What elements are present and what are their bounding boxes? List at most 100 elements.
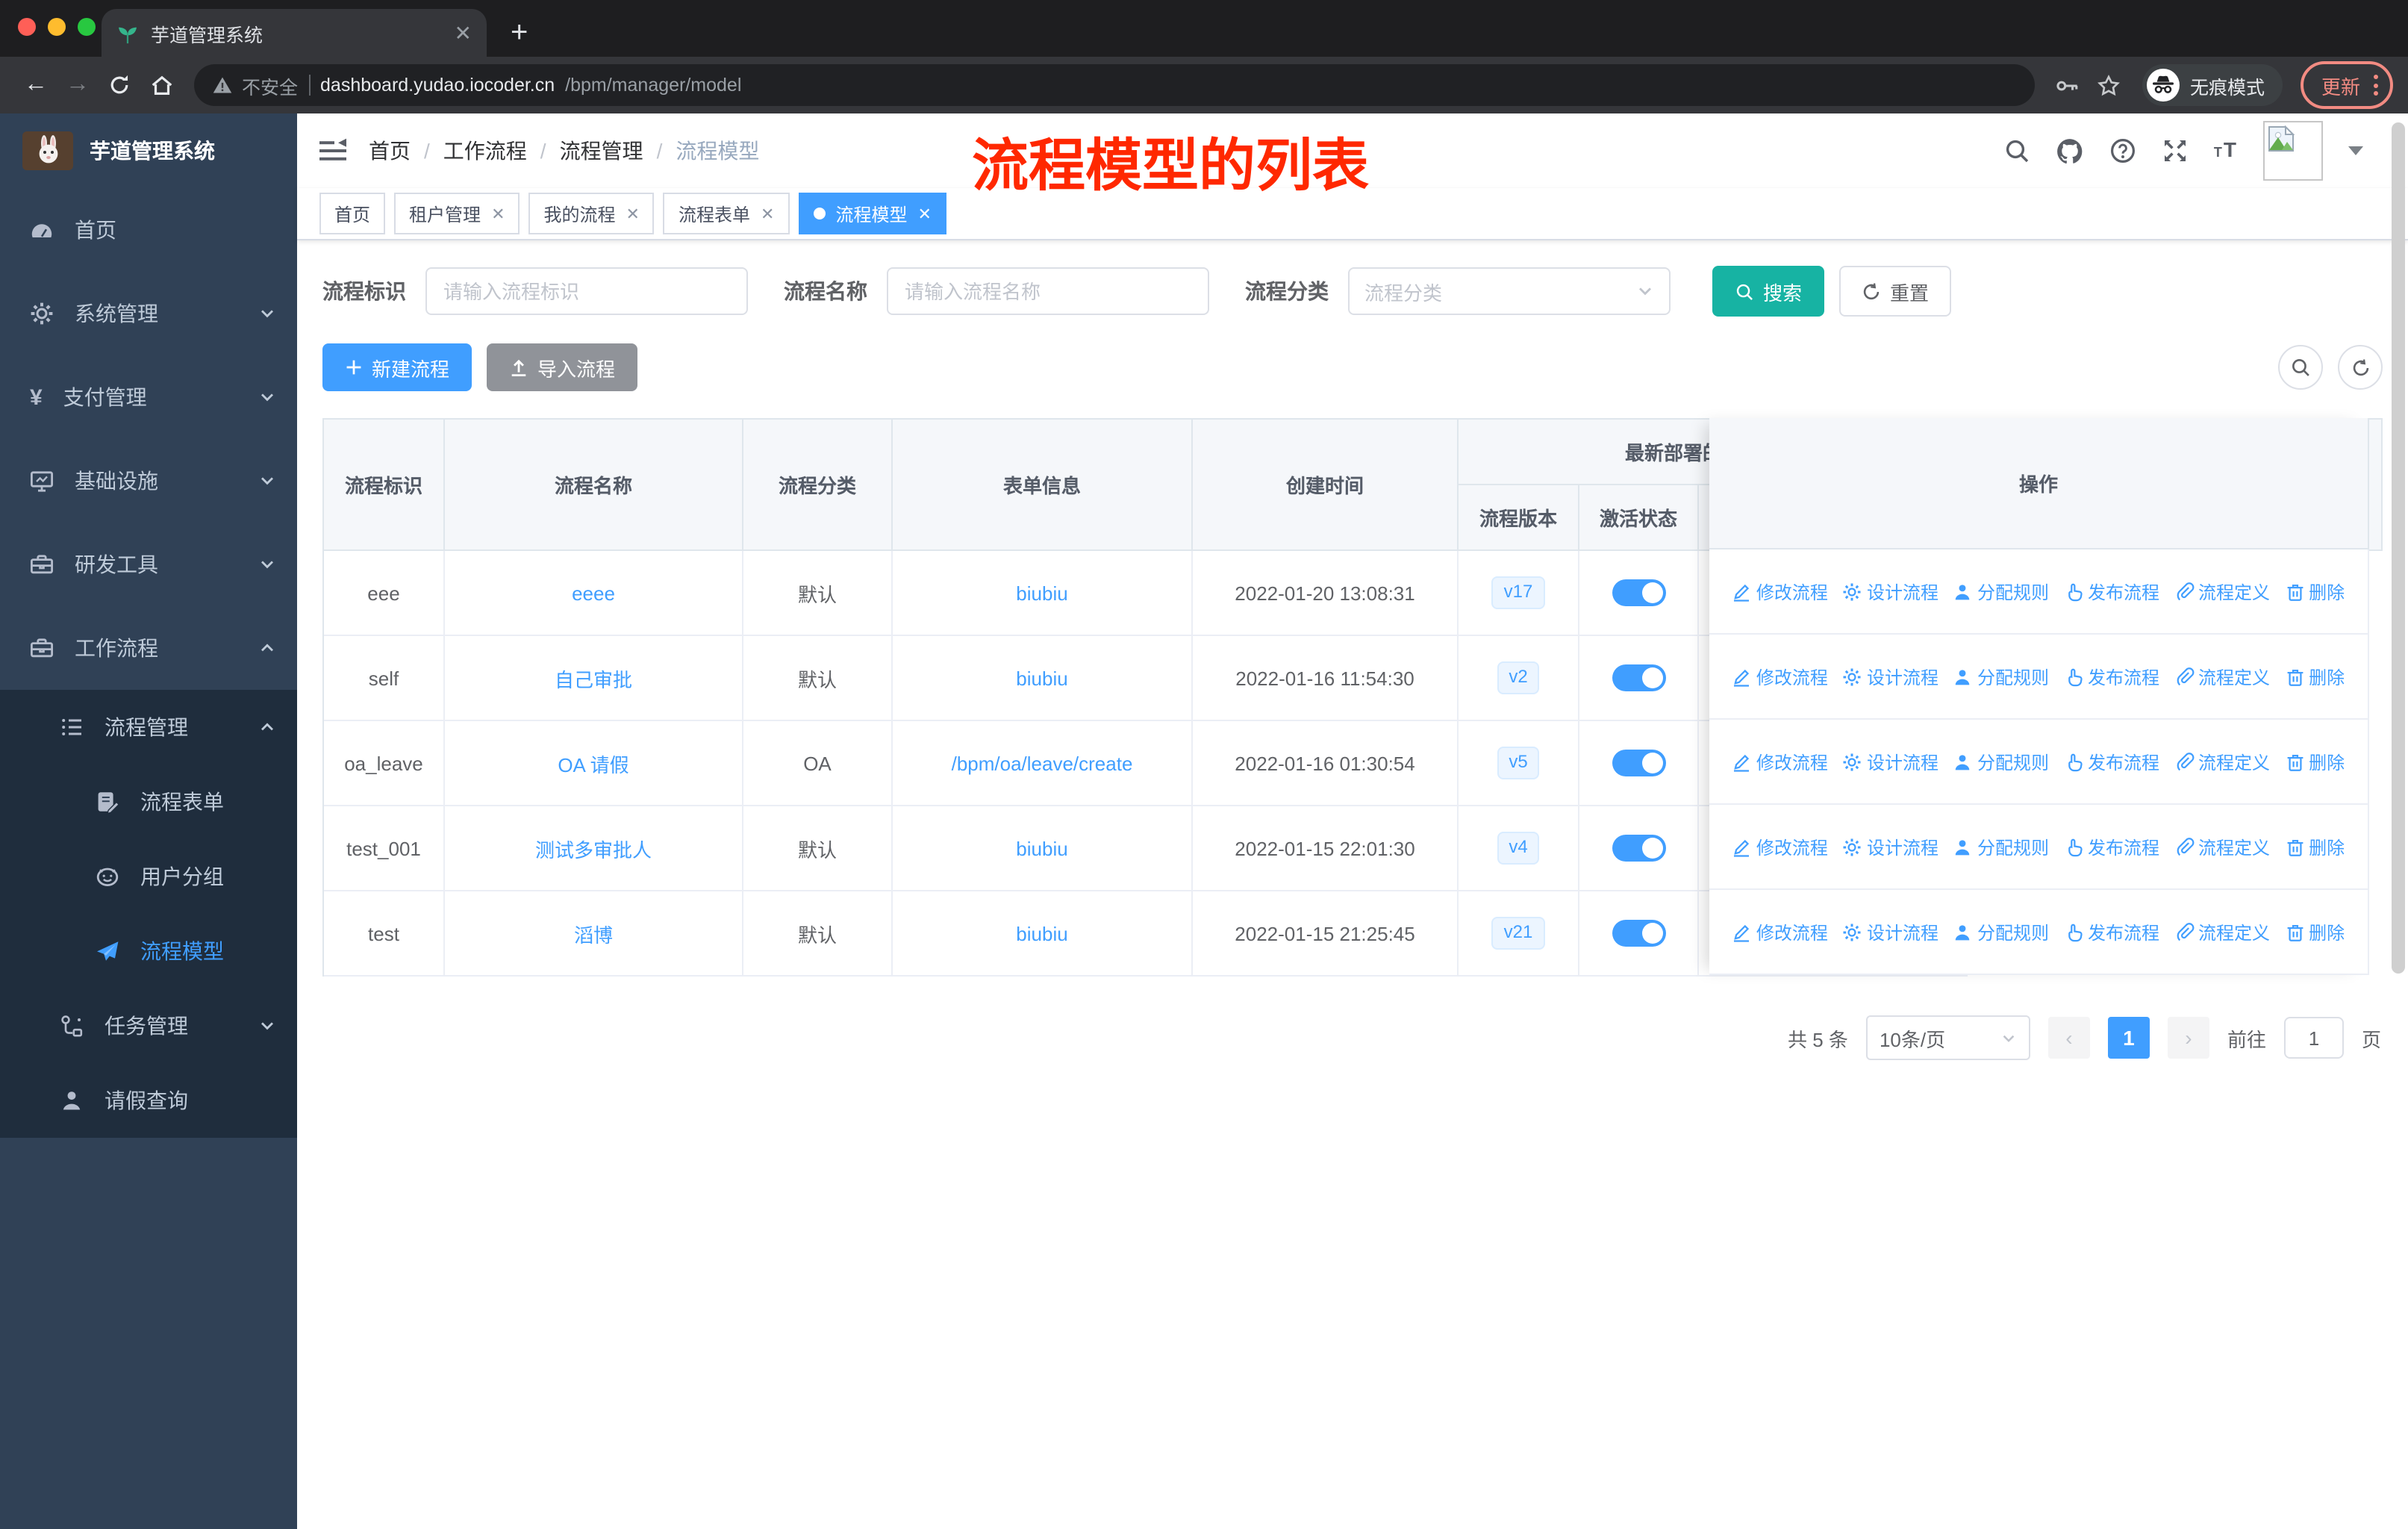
- tag-process-model[interactable]: 流程模型 ✕: [798, 193, 946, 234]
- publish-process-link[interactable]: 发布流程: [2064, 834, 2159, 859]
- form-info-link[interactable]: biubiu: [1016, 582, 1067, 604]
- modify-process-link[interactable]: 修改流程: [1732, 664, 1828, 689]
- reload-button[interactable]: [99, 73, 140, 97]
- avatar[interactable]: [2263, 121, 2323, 181]
- sidebar-item-task-management[interactable]: 任务管理: [0, 988, 297, 1063]
- process-name-link[interactable]: 测试多审批人: [535, 834, 652, 862]
- version-badge[interactable]: v5: [1497, 747, 1540, 779]
- search-icon[interactable]: [2003, 137, 2030, 164]
- sidebar-item-payment[interactable]: ¥ 支付管理: [0, 355, 297, 439]
- form-info-link[interactable]: biubiu: [1016, 667, 1067, 689]
- prev-page-button[interactable]: ‹: [2047, 1017, 2090, 1059]
- modify-process-link[interactable]: 修改流程: [1732, 579, 1828, 604]
- page-scrollbar[interactable]: [2392, 122, 2405, 974]
- active-toggle[interactable]: [1612, 750, 1665, 776]
- version-badge[interactable]: v21: [1491, 917, 1545, 950]
- process-name-link[interactable]: 自己审批: [555, 664, 632, 692]
- form-info-link[interactable]: biubiu: [1016, 837, 1067, 859]
- sidebar-item-infra[interactable]: 基础设施: [0, 439, 297, 523]
- assign-rule-link[interactable]: 分配规则: [1953, 834, 2049, 859]
- publish-process-link[interactable]: 发布流程: [2064, 749, 2159, 774]
- delete-link[interactable]: 删除: [2285, 749, 2345, 774]
- bookmark-star-icon[interactable]: [2089, 72, 2130, 98]
- process-name-input[interactable]: [887, 267, 1209, 315]
- font-size-icon[interactable]: TT: [2214, 137, 2238, 164]
- import-process-button[interactable]: 导入流程: [487, 343, 638, 391]
- sidebar-item-devtools[interactable]: 研发工具: [0, 523, 297, 606]
- publish-process-link[interactable]: 发布流程: [2064, 579, 2159, 604]
- home-button[interactable]: [140, 72, 182, 98]
- sidebar-item-process-model[interactable]: 流程模型: [0, 914, 297, 988]
- version-badge[interactable]: v17: [1491, 576, 1545, 609]
- page-size-select[interactable]: 10条/页: [1865, 1015, 2030, 1060]
- process-name-link[interactable]: eeee: [572, 582, 615, 604]
- reset-button[interactable]: 重置: [1839, 266, 1952, 317]
- create-process-button[interactable]: 新建流程: [322, 343, 472, 391]
- close-icon[interactable]: ✕: [491, 204, 505, 223]
- delete-link[interactable]: 删除: [2285, 919, 2345, 944]
- breadcrumb-home[interactable]: 首页: [369, 136, 411, 166]
- publish-process-link[interactable]: 发布流程: [2064, 664, 2159, 689]
- form-info-link[interactable]: /bpm/oa/leave/create: [952, 752, 1133, 774]
- assign-rule-link[interactable]: 分配规则: [1953, 919, 2049, 944]
- close-icon[interactable]: ✕: [917, 204, 931, 223]
- design-process-link[interactable]: 设计流程: [1843, 834, 1938, 859]
- process-definition-link[interactable]: 流程定义: [2174, 664, 2270, 689]
- browser-menu-icon[interactable]: [2374, 75, 2378, 96]
- version-badge[interactable]: v2: [1497, 661, 1540, 694]
- tag-home[interactable]: 首页: [319, 193, 386, 234]
- close-icon[interactable]: ✕: [761, 204, 774, 223]
- form-info-link[interactable]: biubiu: [1016, 922, 1067, 944]
- tag-my-process[interactable]: 我的流程 ✕: [528, 193, 655, 234]
- sidebar-item-user-group[interactable]: 用户分组: [0, 839, 297, 914]
- active-toggle[interactable]: [1612, 664, 1665, 691]
- refresh-table-button[interactable]: [2338, 345, 2383, 390]
- assign-rule-link[interactable]: 分配规则: [1953, 664, 2049, 689]
- goto-page-input[interactable]: [2283, 1017, 2344, 1059]
- window-controls[interactable]: [18, 18, 96, 36]
- sidebar-item-leave-query[interactable]: 请假查询: [0, 1063, 297, 1138]
- design-process-link[interactable]: 设计流程: [1843, 579, 1938, 604]
- delete-link[interactable]: 删除: [2285, 834, 2345, 859]
- zoom-window-button[interactable]: [78, 18, 96, 36]
- tag-process-form[interactable]: 流程表单 ✕: [663, 193, 790, 234]
- forward-button[interactable]: →: [57, 72, 99, 97]
- search-button[interactable]: 搜索: [1712, 266, 1825, 317]
- modify-process-link[interactable]: 修改流程: [1732, 749, 1828, 774]
- active-toggle[interactable]: [1612, 920, 1665, 947]
- process-definition-link[interactable]: 流程定义: [2174, 579, 2270, 604]
- help-icon[interactable]: [2109, 137, 2136, 164]
- active-toggle[interactable]: [1612, 579, 1665, 606]
- delete-link[interactable]: 删除: [2285, 579, 2345, 604]
- modify-process-link[interactable]: 修改流程: [1732, 834, 1828, 859]
- password-key-icon[interactable]: [2047, 72, 2089, 98]
- assign-rule-link[interactable]: 分配规则: [1953, 579, 2049, 604]
- process-definition-link[interactable]: 流程定义: [2174, 834, 2270, 859]
- breadcrumb-workflow[interactable]: 工作流程: [443, 136, 527, 166]
- publish-process-link[interactable]: 发布流程: [2064, 919, 2159, 944]
- fullscreen-icon[interactable]: [2162, 137, 2189, 164]
- back-button[interactable]: ←: [15, 72, 57, 97]
- process-category-select[interactable]: 流程分类: [1348, 267, 1671, 315]
- tag-tenant[interactable]: 租户管理 ✕: [394, 193, 520, 234]
- delete-link[interactable]: 删除: [2285, 664, 2345, 689]
- process-definition-link[interactable]: 流程定义: [2174, 919, 2270, 944]
- process-name-link[interactable]: OA 请假: [558, 749, 628, 777]
- browser-update-button[interactable]: 更新: [2300, 61, 2393, 109]
- close-icon[interactable]: ✕: [626, 204, 640, 223]
- sidebar-item-system[interactable]: 系统管理: [0, 272, 297, 355]
- process-id-input[interactable]: [425, 267, 748, 315]
- new-tab-button[interactable]: +: [511, 18, 528, 48]
- assign-rule-link[interactable]: 分配规则: [1953, 749, 2049, 774]
- sidebar-item-workflow[interactable]: 工作流程: [0, 606, 297, 690]
- process-name-link[interactable]: 滔博: [574, 919, 613, 947]
- modify-process-link[interactable]: 修改流程: [1732, 919, 1828, 944]
- avatar-caret-down-icon[interactable]: [2348, 146, 2363, 155]
- close-window-button[interactable]: [18, 18, 36, 36]
- sidebar-collapse-button[interactable]: [297, 136, 369, 166]
- process-definition-link[interactable]: 流程定义: [2174, 749, 2270, 774]
- page-1-button[interactable]: 1: [2107, 1017, 2150, 1059]
- active-toggle[interactable]: [1612, 835, 1665, 862]
- design-process-link[interactable]: 设计流程: [1843, 664, 1938, 689]
- design-process-link[interactable]: 设计流程: [1843, 749, 1938, 774]
